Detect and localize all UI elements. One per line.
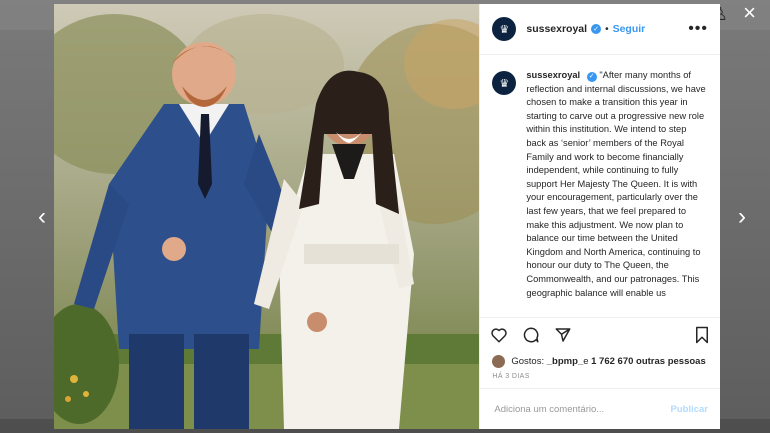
follow-button[interactable]: Seguir — [613, 23, 646, 35]
post-modal: ♛ sussexroyal ✓ • Seguir ••• ♛ sussexroy… — [54, 4, 720, 429]
close-icon[interactable]: × — [743, 2, 756, 24]
next-post-arrow-icon[interactable]: › — [738, 205, 746, 229]
previous-post-arrow-icon[interactable]: ‹ — [38, 205, 46, 229]
post-header: ♛ sussexroyal ✓ • Seguir ••• — [480, 4, 720, 55]
caption-section: ♛ sussexroyal ✓ "After many months of re… — [480, 55, 720, 317]
post-timestamp[interactable]: HÁ 3 DIAS — [480, 370, 720, 388]
couple-photo-illustration — [54, 4, 480, 429]
verified-badge-icon: ✓ — [586, 71, 597, 82]
share-icon[interactable] — [554, 326, 572, 344]
heart-icon[interactable] — [490, 326, 508, 344]
comment-icon[interactable] — [522, 326, 540, 344]
crown-icon: ♛ — [499, 77, 510, 90]
post-side-panel: ♛ sussexroyal ✓ • Seguir ••• ♛ sussexroy… — [479, 4, 720, 429]
liker-username[interactable]: _bpmp_ — [547, 356, 583, 367]
publish-button[interactable]: Publicar — [671, 404, 709, 415]
liker-avatar[interactable] — [492, 354, 506, 368]
more-options-icon[interactable]: ••• — [688, 20, 708, 38]
comment-input[interactable] — [492, 402, 671, 416]
header-username[interactable]: sussexroyal — [526, 23, 587, 35]
likes-connector: e — [583, 355, 589, 367]
header-separator: • — [605, 23, 609, 35]
profile-avatar[interactable]: ♛ — [492, 17, 517, 41]
caption-text: sussexroyal ✓ "After many months of refl… — [526, 69, 708, 317]
bookmark-icon[interactable] — [694, 326, 710, 344]
likes-count[interactable]: 1 762 670 outras pessoas — [591, 356, 706, 367]
comment-bar: Publicar — [480, 388, 720, 429]
verified-badge-icon: ✓ — [591, 24, 602, 34]
likes-summary: Gostos: _bpmp_ e 1 762 670 outras pessoa… — [480, 352, 720, 370]
caption-body: "After many months of reflection and int… — [526, 70, 706, 298]
caption-avatar[interactable]: ♛ — [492, 71, 517, 95]
likes-prefix: Gostos: — [511, 355, 545, 367]
crown-icon: ♛ — [499, 23, 510, 36]
post-actions-bar — [480, 317, 720, 352]
caption-username[interactable]: sussexroyal — [526, 70, 580, 80]
post-photo[interactable] — [54, 4, 480, 429]
